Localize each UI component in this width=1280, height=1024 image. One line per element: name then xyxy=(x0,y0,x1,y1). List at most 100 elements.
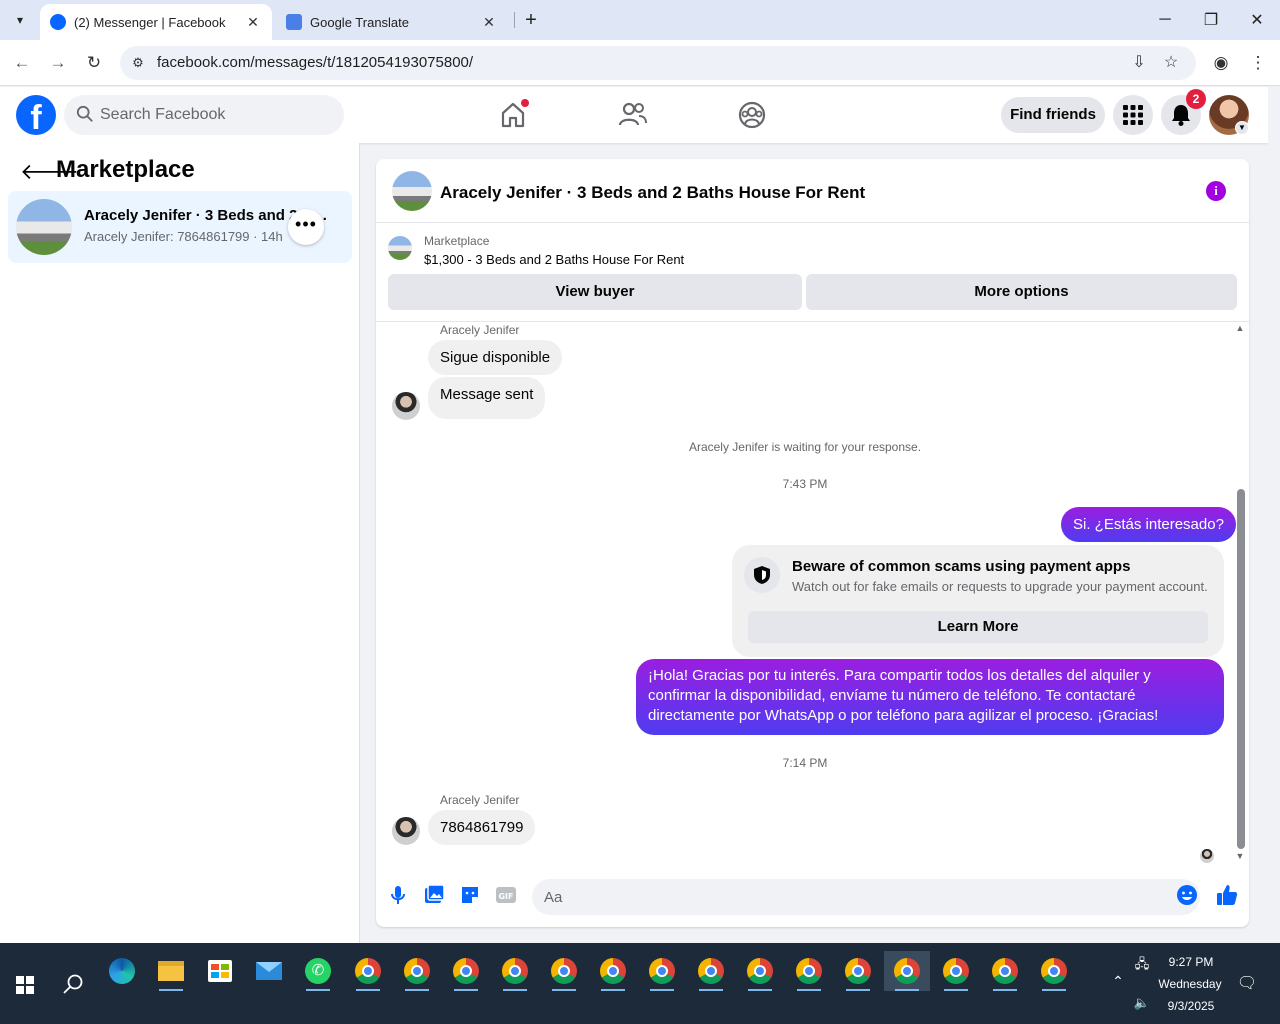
like-icon[interactable] xyxy=(1215,883,1239,907)
bookmark-star-icon[interactable]: ☆ xyxy=(1160,52,1182,74)
read-receipt-avatar xyxy=(1200,849,1214,863)
waiting-note: Aracely Jenifer is waiting for your resp… xyxy=(688,440,922,454)
notification-center-icon[interactable]: 🗨 xyxy=(1236,973,1258,993)
close-tab-icon[interactable]: ✕ xyxy=(480,14,498,31)
install-app-icon[interactable]: ⇩ xyxy=(1128,52,1150,74)
bell-icon xyxy=(1172,105,1190,126)
back-arrow-icon[interactable]: ← xyxy=(9,50,35,76)
forward-arrow-icon[interactable]: → xyxy=(45,50,71,76)
scam-warning-text: Watch out for fake emails or requests to… xyxy=(792,579,1208,594)
message-input-box[interactable] xyxy=(532,879,1200,915)
incoming-message[interactable]: 7864861799 xyxy=(428,810,536,845)
page-scrollbar[interactable] xyxy=(1268,87,1280,943)
facebook-logo-icon[interactable]: f xyxy=(16,95,56,135)
info-icon[interactable]: i xyxy=(1206,181,1226,201)
chrome-icon[interactable] xyxy=(348,951,388,991)
microphone-icon[interactable] xyxy=(386,883,410,907)
chrome-icon[interactable] xyxy=(1034,951,1074,991)
chrome-icon[interactable] xyxy=(544,951,584,991)
google-translate-icon xyxy=(286,14,302,30)
chrome-icon[interactable] xyxy=(397,951,437,991)
outgoing-message[interactable]: ¡Hola! Gracias por tu interés. Para comp… xyxy=(636,659,1224,735)
find-friends-button[interactable]: Find friends xyxy=(1001,97,1105,133)
sender-avatar[interactable] xyxy=(392,392,420,420)
browser-tab-bar: ▾ (2) Messenger | Facebook ✕ Google Tran… xyxy=(0,0,1280,40)
incoming-message[interactable]: Sigue disponible xyxy=(428,340,563,375)
sidebar-title: Marketplace xyxy=(56,156,195,183)
view-buyer-button[interactable]: View buyer xyxy=(388,274,802,310)
listing-thumbnail[interactable] xyxy=(392,171,432,211)
close-tab-icon[interactable]: ✕ xyxy=(244,14,262,31)
search-icon xyxy=(76,105,93,122)
chrome-icon[interactable] xyxy=(838,951,878,991)
chevron-up-icon[interactable]: ⌃ xyxy=(1110,973,1126,990)
edge-icon[interactable] xyxy=(102,951,142,991)
whatsapp-icon[interactable]: ✆ xyxy=(298,951,338,991)
network-icon[interactable]: 🖧 xyxy=(1132,955,1152,977)
menu-grid-button[interactable] xyxy=(1113,95,1153,135)
chrome-icon[interactable] xyxy=(691,951,731,991)
message-input[interactable] xyxy=(544,879,1144,915)
mail-icon[interactable] xyxy=(249,951,289,991)
windows-start-icon[interactable] xyxy=(16,976,34,994)
more-options-button[interactable]: More options xyxy=(806,274,1237,310)
groups-icon[interactable] xyxy=(736,99,768,131)
scrollbar-thumb[interactable] xyxy=(1237,489,1245,849)
sticker-icon[interactable] xyxy=(458,883,482,907)
chrome-icon[interactable] xyxy=(985,951,1025,991)
address-bar[interactable]: ⚙ facebook.com/messages/t/18120541930758… xyxy=(120,46,1196,80)
emoji-icon[interactable] xyxy=(1175,883,1199,907)
timestamp: 7:14 PM xyxy=(782,756,828,770)
chrome-icon[interactable] xyxy=(446,951,486,991)
chrome-icon[interactable] xyxy=(936,951,976,991)
tab-messenger[interactable]: (2) Messenger | Facebook ✕ xyxy=(40,4,272,40)
listing-banner: Marketplace $1,300 - 3 Beds and 2 Baths … xyxy=(376,224,1249,322)
windows-taskbar: ✆ ⌃ 🖧 🔈 9:27 PM Wednesday 9/3/2025 🗨 xyxy=(0,943,1280,1024)
back-arrow-icon[interactable]: 🡐 xyxy=(20,161,79,185)
incoming-message[interactable]: Message sent xyxy=(428,377,546,419)
message-composer: GIF xyxy=(376,873,1249,921)
site-settings-icon[interactable]: ⚙ xyxy=(128,53,148,73)
minimize-button[interactable]: ─ xyxy=(1142,0,1188,40)
scroll-down-icon[interactable]: ▼ xyxy=(1234,851,1246,861)
sender-avatar[interactable] xyxy=(392,817,420,845)
chrome-icon[interactable] xyxy=(642,951,682,991)
chrome-icon[interactable] xyxy=(789,951,829,991)
listing-price[interactable]: $1,300 - 3 Beds and 2 Baths House For Re… xyxy=(424,252,684,267)
store-icon[interactable] xyxy=(200,951,240,991)
close-window-button[interactable]: ✕ xyxy=(1234,0,1280,40)
chat-panel: Aracely Jenifer · 3 Beds and 2 Baths Hou… xyxy=(376,159,1249,927)
gif-icon[interactable]: GIF xyxy=(494,883,518,907)
tab-search-chevron-icon[interactable]: ▾ xyxy=(6,6,34,34)
profile-icon[interactable]: ◉ xyxy=(1208,50,1234,76)
chevron-down-icon[interactable]: ▼ xyxy=(1235,121,1249,135)
chat-title[interactable]: Aracely Jenifer · 3 Beds and 2 Baths Hou… xyxy=(440,183,865,203)
kebab-menu-icon[interactable]: ⋮ xyxy=(1245,50,1271,76)
friends-icon[interactable] xyxy=(617,99,649,131)
url-text[interactable]: facebook.com/messages/t/1812054193075800… xyxy=(157,54,473,71)
search-input[interactable] xyxy=(100,95,330,135)
outgoing-message[interactable]: Si. ¿Estás interesado? xyxy=(1061,507,1236,542)
chrome-icon[interactable] xyxy=(495,951,535,991)
chrome-icon[interactable] xyxy=(593,951,633,991)
message-list: Aracely Jenifer Sigue disponible Message… xyxy=(376,323,1249,863)
clock-day[interactable]: Wednesday xyxy=(1152,977,1228,991)
home-icon[interactable] xyxy=(497,99,529,131)
reload-icon[interactable]: ↻ xyxy=(81,50,107,76)
volume-icon[interactable]: 🔈 xyxy=(1132,995,1152,1011)
search-box[interactable] xyxy=(64,95,344,135)
search-icon[interactable] xyxy=(62,973,84,995)
restore-button[interactable]: ❐ xyxy=(1188,0,1234,40)
photo-icon[interactable] xyxy=(422,883,446,907)
chrome-icon[interactable] xyxy=(740,951,780,991)
clock-time[interactable]: 9:27 PM xyxy=(1156,955,1226,969)
chrome-icon-active[interactable] xyxy=(884,951,930,991)
tab-google-translate[interactable]: Google Translate ✕ xyxy=(276,4,508,40)
conversation-item[interactable]: Aracely Jenifer · 3 Beds and 2 Baths Hou… xyxy=(8,191,352,263)
more-options-icon[interactable]: ••• xyxy=(288,209,324,245)
file-explorer-icon[interactable] xyxy=(151,951,191,991)
new-tab-button[interactable]: + xyxy=(518,6,544,34)
clock-date[interactable]: 9/3/2025 xyxy=(1156,999,1226,1013)
scroll-up-icon[interactable]: ▲ xyxy=(1234,323,1246,333)
learn-more-button[interactable]: Learn More xyxy=(748,611,1208,643)
